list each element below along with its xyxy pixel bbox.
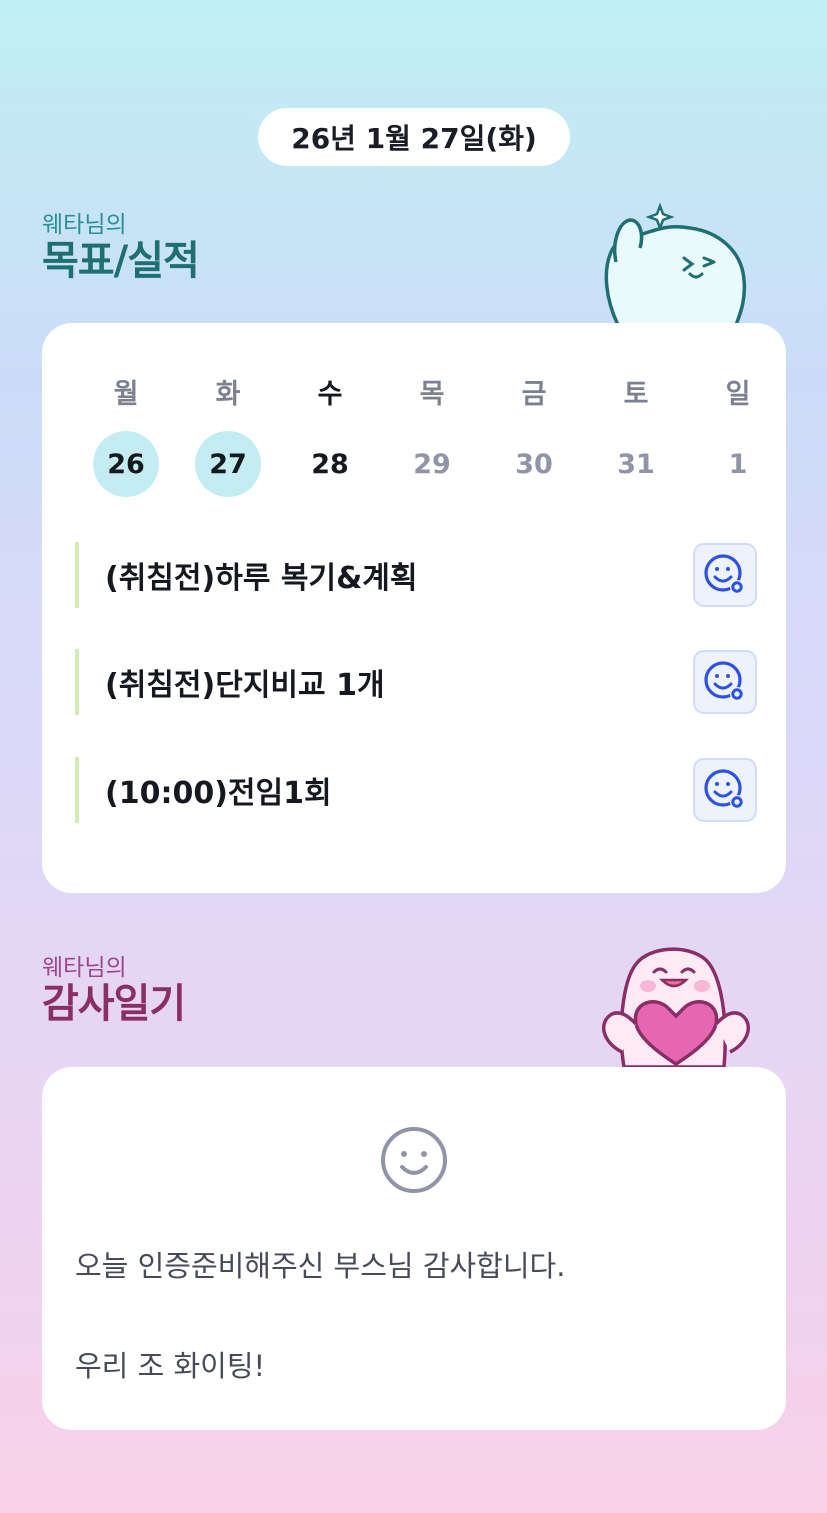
sparkle-icon xyxy=(645,202,675,232)
task-label: (취침전)하루 복기&계획 xyxy=(105,561,418,596)
smile-badge-icon xyxy=(704,769,744,809)
mint-mascot-illustration xyxy=(604,202,747,326)
weekday-label: 토 xyxy=(623,379,649,410)
task-label: (10:00)전임1회 xyxy=(105,776,332,811)
date-number: 29 xyxy=(413,448,451,480)
date-number: 1 xyxy=(728,448,748,480)
weekday-label: 목 xyxy=(419,379,445,410)
task-status-button[interactable] xyxy=(693,543,757,607)
task-item[interactable]: (취침전)단지비교 1개 xyxy=(75,649,757,715)
week-calendar: 월 26 화 27 수 28 목 29 금 30 토 31 일 1 xyxy=(75,375,755,497)
weekday-label: 월 xyxy=(113,379,139,410)
smile-icon xyxy=(381,1127,447,1193)
weekday-label: 화 xyxy=(215,379,241,410)
thanks-line: 우리 조 화이팅! xyxy=(75,1349,266,1383)
thanks-title-owner: 웨타님의 xyxy=(42,955,127,981)
day-sat[interactable]: 토 31 xyxy=(585,375,687,497)
task-status-button[interactable] xyxy=(693,758,757,822)
goals-card: 월 26 화 27 수 28 목 29 금 30 토 31 일 1 (취침전)하… xyxy=(42,323,786,893)
task-item[interactable]: (취침전)하루 복기&계획 xyxy=(75,542,757,608)
thanks-title-main: 감사일기 xyxy=(42,981,186,1027)
thanks-card: 오늘 인증준비해주신 부스님 감사합니다. 우리 조 화이팅! xyxy=(42,1067,786,1430)
pink-mascot-illustration xyxy=(601,947,751,1068)
task-status-button[interactable] xyxy=(693,650,757,714)
day-tue[interactable]: 화 27 xyxy=(177,375,279,497)
task-label: (취침전)단지비교 1개 xyxy=(105,668,385,703)
date-number: 26 xyxy=(93,431,159,497)
goals-title-main: 목표/실적 xyxy=(42,238,200,284)
smile-badge-icon xyxy=(704,661,744,701)
task-item[interactable]: (10:00)전임1회 xyxy=(75,757,757,823)
date-number: 31 xyxy=(617,448,655,480)
date-number: 28 xyxy=(311,448,349,480)
weekday-label: 금 xyxy=(521,379,547,410)
date-pill: 26년 1월 27일(화) xyxy=(258,108,570,166)
weekday-label: 일 xyxy=(725,379,751,410)
day-mon[interactable]: 월 26 xyxy=(75,375,177,497)
date-number: 30 xyxy=(515,448,553,480)
date-number: 27 xyxy=(195,431,261,497)
day-sun[interactable]: 일 1 xyxy=(687,375,789,497)
day-wed[interactable]: 수 28 xyxy=(279,375,381,497)
goals-title-owner: 웨타님의 xyxy=(42,212,127,238)
day-fri[interactable]: 금 30 xyxy=(483,375,585,497)
smile-badge-icon xyxy=(704,554,744,594)
weekday-label: 수 xyxy=(317,379,343,410)
thanks-section-title: 웨타님의 감사일기 xyxy=(42,955,186,1027)
day-thu[interactable]: 목 29 xyxy=(381,375,483,497)
goals-section-title: 웨타님의 목표/실적 xyxy=(42,212,200,284)
date-label: 26년 1월 27일(화) xyxy=(291,122,537,155)
thanks-line: 오늘 인증준비해주신 부스님 감사합니다. xyxy=(75,1249,566,1283)
